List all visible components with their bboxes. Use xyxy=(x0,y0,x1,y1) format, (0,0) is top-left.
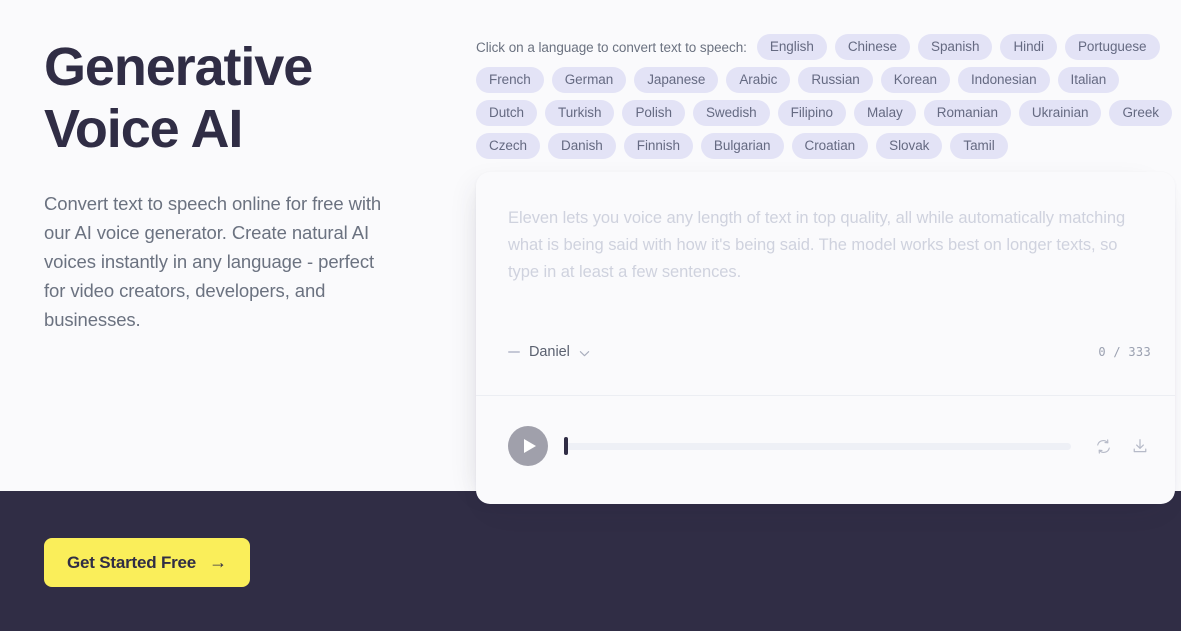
language-chip-chinese[interactable]: Chinese xyxy=(834,34,910,60)
language-chip-russian[interactable]: Russian xyxy=(798,67,873,93)
language-chip-arabic[interactable]: Arabic xyxy=(726,67,791,93)
cta-label: Get Started Free xyxy=(67,552,197,572)
language-chip-spanish[interactable]: Spanish xyxy=(918,34,993,60)
language-chip-indonesian[interactable]: Indonesian xyxy=(957,67,1050,93)
play-icon xyxy=(523,439,536,453)
chevron-down-icon xyxy=(579,351,590,357)
language-chip-ukrainian[interactable]: Ukrainian xyxy=(1018,100,1102,126)
language-chip-romanian[interactable]: Romanian xyxy=(923,100,1011,126)
language-chip-danish[interactable]: Danish xyxy=(548,133,616,159)
hero-subtitle: Convert text to speech online for free w… xyxy=(44,193,382,330)
language-chip-malay[interactable]: Malay xyxy=(854,100,916,126)
page-title: Generative Voice AI xyxy=(44,37,313,159)
voice-demo-panel: Click on a language to convert text to s… xyxy=(476,0,1181,631)
language-chip-bulgarian[interactable]: Bulgarian xyxy=(700,133,784,159)
download-icon xyxy=(1133,439,1147,453)
language-chip-dutch[interactable]: Dutch xyxy=(476,100,538,126)
language-chip-greek[interactable]: Greek xyxy=(1109,100,1172,126)
language-chip-portuguese[interactable]: Portuguese xyxy=(1064,34,1160,60)
language-chip-croatian[interactable]: Croatian xyxy=(791,133,869,159)
tts-card-meta-row: Daniel 0 / 333 xyxy=(508,344,1151,360)
hero-section: Generative Voice AI Convert text to spee… xyxy=(44,36,444,334)
voice-selector-dropdown[interactable]: Daniel xyxy=(508,344,590,360)
play-button[interactable] xyxy=(508,426,548,466)
language-chip-czech[interactable]: Czech xyxy=(476,133,541,159)
language-chip-turkish[interactable]: Turkish xyxy=(545,100,615,126)
arrow-right-icon: → xyxy=(209,552,228,572)
language-chip-german[interactable]: German xyxy=(551,67,627,93)
language-chip-polish[interactable]: Polish xyxy=(622,100,685,126)
character-counter: 0 / 333 xyxy=(1098,345,1151,359)
audio-progress-handle[interactable] xyxy=(564,437,568,455)
language-chip-swedish[interactable]: Swedish xyxy=(692,100,770,126)
audio-progress-slider[interactable] xyxy=(564,436,1071,456)
voice-avatar xyxy=(508,351,520,353)
language-chip-hindi[interactable]: Hindi xyxy=(1000,34,1057,60)
card-divider xyxy=(476,395,1175,396)
language-chip-korean[interactable]: Korean xyxy=(880,67,950,93)
get-started-free-button[interactable]: Get Started Free → xyxy=(44,538,251,587)
language-chip-tamil[interactable]: Tamil xyxy=(950,133,1008,159)
language-instruction-label: Click on a language to convert text to s… xyxy=(476,39,747,55)
language-chip-slovak[interactable]: Slovak xyxy=(876,133,943,159)
tts-textarea-placeholder[interactable]: Eleven lets you voice any length of text… xyxy=(508,205,1138,286)
player-action-icons xyxy=(1093,435,1151,457)
download-button[interactable] xyxy=(1129,435,1151,457)
language-chip-filipino[interactable]: Filipino xyxy=(777,100,846,126)
audio-progress-track xyxy=(564,442,1071,450)
voice-name-label: Daniel xyxy=(529,344,570,360)
regenerate-button[interactable] xyxy=(1093,436,1114,457)
text-to-speech-card: Eleven lets you voice any length of text… xyxy=(476,172,1175,504)
language-chip-japanese[interactable]: Japanese xyxy=(634,67,719,93)
language-chip-italian[interactable]: Italian xyxy=(1057,67,1120,93)
language-chip-english[interactable]: English xyxy=(756,34,827,60)
audio-player xyxy=(508,426,1151,466)
language-chip-finnish[interactable]: Finnish xyxy=(623,133,693,159)
language-chip-french[interactable]: French xyxy=(476,67,544,93)
language-chip-list: Click on a language to convert text to s… xyxy=(476,34,1181,159)
regenerate-icon xyxy=(1097,438,1110,454)
